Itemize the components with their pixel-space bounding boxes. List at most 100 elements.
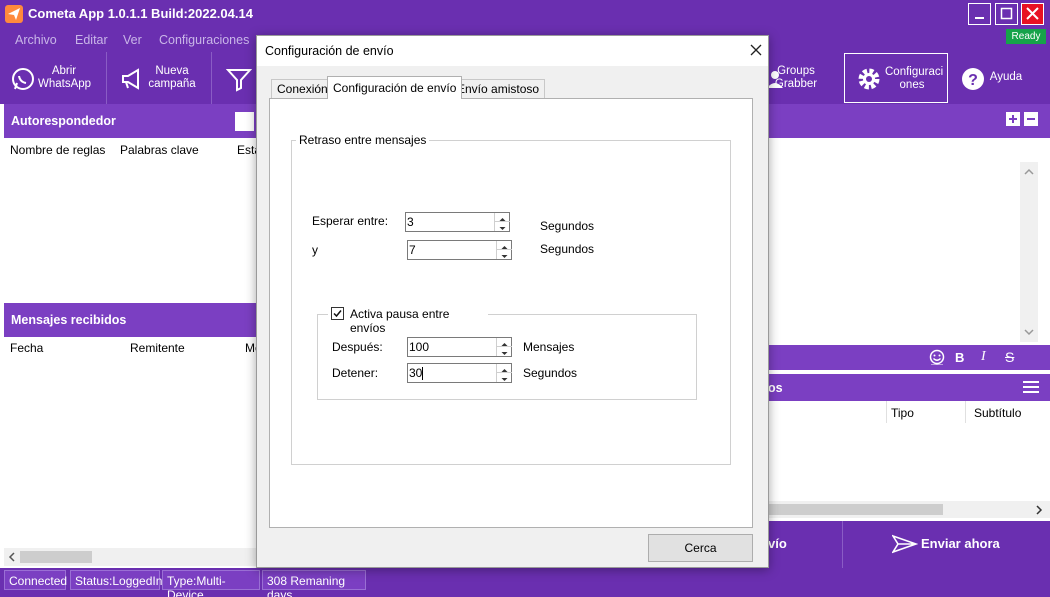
right-panel: B I S os Tipo Subtítulo xyxy=(768,104,1050,522)
col-nombre-reglas[interactable]: Nombre de reglas xyxy=(10,143,105,157)
groups-grabber-button[interactable]: Groups Grabber xyxy=(767,52,842,104)
status-connected: Connected xyxy=(4,570,67,590)
stepper-arrows xyxy=(496,241,512,259)
scroll-right-icon xyxy=(1036,505,1043,515)
left-scroll-thumb[interactable] xyxy=(20,551,92,563)
wait-min-stepper[interactable]: 3 xyxy=(405,212,510,232)
status-login: Status:LoggedIn xyxy=(70,570,162,590)
menu-editar[interactable]: Editar xyxy=(75,33,108,47)
text-cursor xyxy=(422,367,423,380)
list-scroll-thumb[interactable] xyxy=(768,504,943,515)
hamburger-menu-icon[interactable] xyxy=(1022,380,1040,394)
bottom-divider xyxy=(842,521,843,568)
delay-group: Retraso entre mensajes Esperar entre: 3 … xyxy=(291,133,731,465)
italic-button[interactable]: I xyxy=(981,349,986,365)
filter-icon xyxy=(226,69,252,92)
groups-label-2: Grabber xyxy=(774,78,818,90)
minimize-button[interactable] xyxy=(968,3,991,25)
scroll-up-icon xyxy=(1024,168,1034,175)
arrow-down-icon xyxy=(501,255,508,258)
wait-max-stepper[interactable]: 7 xyxy=(407,240,512,260)
status-days: 308 Remaning days xyxy=(262,570,366,597)
tab-page: Retraso entre mensajes Esperar entre: 3 … xyxy=(269,98,753,528)
increment-button[interactable] xyxy=(497,364,512,373)
wait-label: Esperar entre: xyxy=(312,214,389,228)
arrow-down-icon xyxy=(501,352,508,355)
emoji-icon[interactable] xyxy=(929,349,945,365)
autoresponder-add-box[interactable] xyxy=(235,112,254,131)
tab-envio-amistoso[interactable]: Envío amistoso xyxy=(451,79,546,98)
help-icon: ? xyxy=(962,68,984,90)
stop-stepper[interactable]: 30 xyxy=(407,363,512,383)
checkmark-icon xyxy=(333,310,342,318)
stepper-arrows xyxy=(496,338,512,356)
arrow-down-icon xyxy=(501,378,508,381)
menu-ver[interactable]: Ver xyxy=(123,33,142,47)
stop-unit: Segundos xyxy=(523,366,578,380)
wait-max-value: 7 xyxy=(409,243,416,257)
maximize-icon xyxy=(1000,7,1013,20)
send-button-partial[interactable]: vío xyxy=(768,536,787,551)
decrement-button[interactable] xyxy=(497,347,512,356)
tab-conexion[interactable]: Conexión xyxy=(271,79,334,98)
close-window-button[interactable] xyxy=(1021,3,1044,25)
arrow-down-icon xyxy=(499,227,506,230)
increment-button[interactable] xyxy=(497,338,512,347)
maximize-button[interactable] xyxy=(995,3,1018,25)
open-whatsapp-button[interactable]: Abrir WhatsApp xyxy=(0,52,107,104)
tab-configuracion-envio[interactable]: Configuración de envío xyxy=(327,76,463,99)
window-title: Cometa App 1.0.1.1 Build:2022.04.14 xyxy=(28,6,253,21)
pause-toggle[interactable]: Activa pausa entre envíos xyxy=(328,306,488,335)
send-icon xyxy=(892,534,918,554)
increment-button[interactable] xyxy=(497,241,512,250)
after-stepper[interactable]: 100 xyxy=(407,337,512,357)
col-fecha[interactable]: Fecha xyxy=(10,341,43,355)
editor-vertical-scrollbar[interactable] xyxy=(1020,162,1038,342)
increment-button[interactable] xyxy=(495,213,510,222)
remove-icon[interactable] xyxy=(1024,112,1038,126)
col-tipo[interactable]: Tipo xyxy=(891,406,914,420)
decrement-button[interactable] xyxy=(497,373,512,382)
gear-icon xyxy=(858,68,880,90)
add-icon[interactable] xyxy=(1006,112,1020,126)
and-label: y xyxy=(312,243,318,257)
filter-button[interactable] xyxy=(212,52,258,104)
new-campaign-button[interactable]: Nueva campaña xyxy=(107,52,212,104)
menu-archivo[interactable]: Archivo xyxy=(15,33,57,47)
pause-checkbox[interactable] xyxy=(331,307,344,320)
title-bar: Cometa App 1.0.1.1 Build:2022.04.14 xyxy=(0,0,1050,29)
delay-group-label: Retraso entre mensajes xyxy=(296,133,430,147)
decrement-button[interactable] xyxy=(497,250,512,259)
close-icon xyxy=(1026,7,1039,20)
minimize-icon xyxy=(975,17,984,19)
bottom-bar: vío Enviar ahora xyxy=(768,521,1050,568)
whatsapp-icon xyxy=(12,68,34,90)
open-whatsapp-label-2: WhatsApp xyxy=(38,78,92,90)
col-remitente[interactable]: Remitente xyxy=(130,341,185,355)
after-unit: Mensajes xyxy=(523,340,575,354)
open-whatsapp-label-1: Abrir xyxy=(51,65,77,77)
dialog-title-bar: Configuración de envío xyxy=(257,36,768,66)
menu-configuraciones[interactable]: Configuraciones xyxy=(159,33,249,47)
list-horizontal-scrollbar[interactable] xyxy=(768,501,1050,518)
bold-button[interactable]: B xyxy=(955,350,964,365)
dialog-close-icon[interactable] xyxy=(749,43,763,57)
left-horizontal-scrollbar[interactable] xyxy=(4,548,258,566)
megaphone-icon xyxy=(122,68,139,90)
settings-button[interactable]: Configuraci ones xyxy=(844,53,948,103)
close-dialog-button[interactable]: Cerca xyxy=(648,534,753,562)
autoresponder-header: Autorespondedor xyxy=(4,104,258,138)
decrement-button[interactable] xyxy=(495,222,510,231)
stepper-arrows xyxy=(496,364,512,382)
status-bar: Connected Status:LoggedIn Type:Multi-Dev… xyxy=(0,568,1050,597)
col-palabras-clave[interactable]: Palabras clave xyxy=(120,143,199,157)
strikethrough-button[interactable]: S xyxy=(1005,349,1014,365)
wait-min-value: 3 xyxy=(407,215,414,229)
ready-badge: Ready xyxy=(1006,29,1046,44)
col-subtitulo[interactable]: Subtítulo xyxy=(974,406,1021,420)
wait-min-unit: Segundos xyxy=(540,219,595,233)
send-now-button[interactable]: Enviar ahora xyxy=(892,532,1042,558)
help-button[interactable]: ? Ayuda xyxy=(950,52,1050,104)
svg-text:?: ? xyxy=(968,72,978,89)
format-toolbar: B I S xyxy=(768,345,1050,370)
